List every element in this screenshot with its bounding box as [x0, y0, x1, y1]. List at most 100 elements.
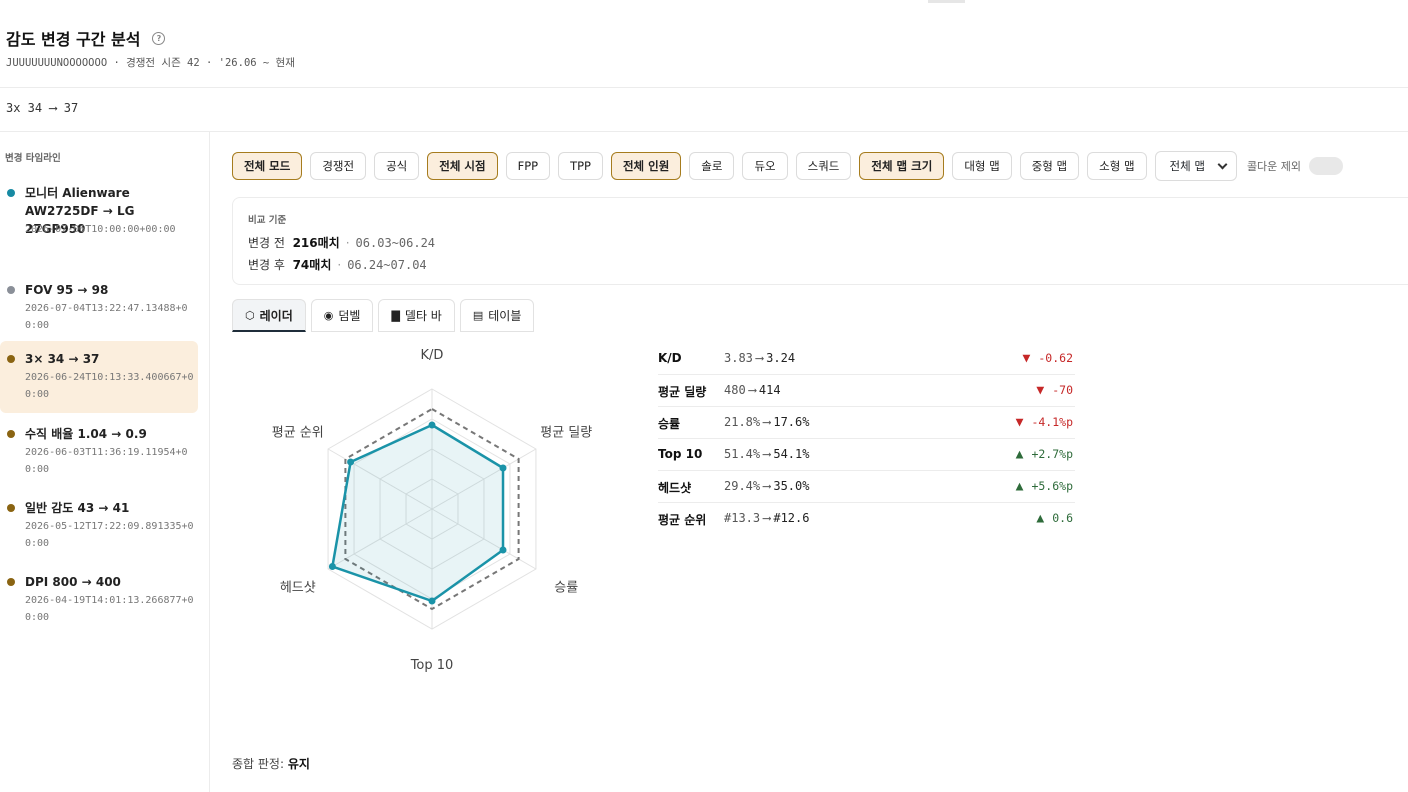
timeline-dot [7, 430, 15, 438]
filter-chip[interactable]: TPP [558, 152, 603, 180]
radar-point [499, 546, 507, 554]
metric-values: #13.3 ⟶ #12.6 [724, 511, 809, 525]
metric-values: 21.8% ⟶ 17.6% [724, 415, 809, 429]
filter-chip[interactable]: 전체 시점 [427, 152, 498, 180]
timeline-item[interactable]: 수직 배율 1.04 → 0.9 2026-06-03T11:36:19.1195… [0, 416, 198, 484]
timeline-item-label: 수직 배율 1.04 → 0.9 [25, 427, 147, 441]
metric-delta: ▼ -70 [1036, 383, 1073, 398]
metric-row: 헤드샷 29.4% ⟶ 35.0% ▲ +5.6%p [658, 471, 1075, 503]
timeline-item-label: FOV 95 → 98 [25, 283, 109, 297]
timeline-item[interactable]: 일반 감도 43 → 41 2026-05-12T17:22:09.891335+… [0, 490, 198, 558]
triangle-up-icon: ▲ [1036, 511, 1045, 526]
before-range: 06.03~06.24 [355, 236, 436, 250]
view-tab-label: 델타 바 [404, 309, 442, 323]
timeline-dot [7, 286, 15, 294]
timeline-item-label: DPI 800 → 400 [25, 575, 121, 589]
radar-axis-label: Top 10 [410, 658, 454, 673]
filter-chip[interactable]: 전체 인원 [610, 152, 682, 180]
timeline-item-timestamp: 2026-04-19T14:01:13.266877+00:00 [25, 595, 194, 623]
timeline-sidebar: 변경 타임라인 모니터 Alienware AW2725DF → LG 27GP… [0, 132, 210, 792]
filter-chip[interactable]: 경쟁전 [310, 152, 367, 180]
map-select[interactable]: 전체 맵 [1154, 151, 1237, 181]
metric-delta: ▼ -4.1%p [1016, 415, 1073, 430]
filter-chip[interactable]: 스쿼드 [795, 152, 852, 180]
metric-after: 414 [758, 383, 781, 397]
timeline-item[interactable]: 모니터 Alienware AW2725DF → LG 27GP950 2026-… [0, 175, 198, 267]
metric-name: Top 10 [658, 447, 703, 461]
bar-icon: ▇ [391, 309, 400, 322]
sidebar-title: 변경 타임라인 [5, 153, 61, 164]
cooldown-toggle[interactable] [1309, 157, 1344, 175]
timeline-dot [7, 189, 15, 197]
metric-before: 3.83 [724, 351, 753, 365]
timeline-dot [7, 504, 15, 512]
metric-delta: ▲ +2.7%p [1016, 447, 1073, 462]
timeline-item-timestamp: 2026-07-06T10:00:00+00:00 [25, 224, 176, 235]
filter-chip[interactable]: 중형 맵 [1019, 152, 1080, 180]
radar-point [428, 597, 436, 605]
radar-chart: K/D 평균 딜량승률 Top 10 헤드샷 평균 순위 [272, 348, 592, 673]
filter-chip[interactable]: 전체 맵 크기 [859, 152, 945, 180]
metrics-table: K/D 3.83 ⟶ 3.24 ▼ -0.62 평균 딜량 480 ⟶ 414 ▼ -70 승률 21.8… [658, 343, 1075, 535]
timeline-item-timestamp: 2026-05-12T17:22:09.891335+00:00 [25, 521, 194, 549]
filter-chip[interactable]: 대형 맵 [952, 152, 1012, 180]
metric-row: 평균 딜량 480 ⟶ 414 ▼ -70 [658, 375, 1075, 407]
radar-point [499, 464, 507, 472]
verdict-value: 유지 [287, 757, 310, 771]
view-tab[interactable]: ▤ 테이블 [459, 299, 535, 332]
arrow-icon: ⟶ [763, 415, 771, 429]
timeline-item-timestamp: 2026-06-03T11:36:19.11954+00:00 [25, 447, 188, 475]
after-label: 변경 후 [248, 258, 285, 272]
metric-row: Top 10 51.4% ⟶ 54.1% ▲ +2.7%p [658, 439, 1075, 471]
metric-delta: ▼ -0.62 [1023, 351, 1073, 366]
view-tab[interactable]: ◉ 덤벨 [310, 299, 374, 332]
metric-after: 3.24 [766, 351, 796, 365]
timeline-item-timestamp: 2026-07-04T13:22:47.13488+00:00 [25, 303, 188, 331]
baseline-title: 비교 기준 [248, 215, 287, 226]
view-tab[interactable]: ⬡ 레이더 [232, 299, 306, 332]
map-select-value: 전체 맵 [1169, 159, 1205, 173]
metric-delta: ▲ 0.6 [1036, 511, 1073, 526]
arrow-icon: ⟶ [748, 383, 756, 397]
view-tab-label: 덤벨 [338, 309, 361, 323]
timeline-item[interactable]: FOV 95 → 98 2026-07-04T13:22:47.13488+00:… [0, 272, 198, 340]
metric-delta-value: -70 [1052, 383, 1073, 397]
filter-chip[interactable]: 공식 [374, 152, 420, 180]
metric-delta-value: +2.7%p [1031, 447, 1073, 461]
filter-chip[interactable]: FPP [505, 152, 551, 180]
help-icon[interactable]: ? [152, 31, 166, 45]
triangle-down-icon: ▼ [1036, 383, 1045, 398]
metric-delta-value: +5.6%p [1031, 479, 1073, 493]
current-change-row: 3x 34 ⟶ 37 [0, 88, 1408, 132]
metric-after: 54.1% [773, 447, 810, 461]
chevron-down-icon [1217, 159, 1228, 169]
radar-axis-label: 헤드샷 [280, 581, 316, 596]
metric-delta-value: -0.62 [1038, 351, 1073, 365]
filter-chip[interactable]: 솔로 [689, 152, 735, 180]
timeline-item[interactable]: 3× 34 → 37 2026-06-24T10:13:33.400667+00:… [0, 341, 198, 413]
arrow-icon: ⟶ [755, 351, 764, 365]
metric-name: 평균 딜량 [658, 385, 707, 399]
arrow-icon: ⟶ [763, 447, 771, 461]
radar-point [328, 563, 336, 570]
arrow-icon: ⟶ [763, 479, 771, 493]
timeline-dot [7, 578, 15, 586]
metric-before: 480 [724, 383, 746, 397]
view-tab[interactable]: ▇ 델타 바 [378, 299, 455, 332]
radar-axis-label: 승률 [554, 581, 578, 596]
after-range: 06.24~07.04 [347, 258, 427, 272]
view-tab-label: 테이블 [488, 309, 522, 323]
arrow-icon: ⟶ [763, 511, 771, 525]
metric-after: 35.0% [773, 479, 810, 493]
metric-before: 29.4% [724, 479, 761, 493]
filter-chip[interactable]: 소형 맵 [1087, 152, 1147, 180]
metric-before: 51.4% [724, 447, 761, 461]
view-tab-label: 레이더 [259, 308, 293, 323]
filter-chip[interactable]: 듀오 [742, 152, 788, 180]
metric-values: 3.83 ⟶ 3.24 [724, 351, 795, 365]
baseline-panel: 비교 기준 변경 전 216매치 · 06.03~06.24 변경 후 74매치 · 0… [232, 197, 1408, 285]
filter-chip[interactable]: 전체 모드 [232, 152, 303, 180]
timeline-item[interactable]: DPI 800 → 400 2026-04-19T14:01:13.266877+… [0, 564, 198, 632]
metric-values: 51.4% ⟶ 54.1% [724, 447, 809, 461]
radar-point [347, 458, 355, 466]
